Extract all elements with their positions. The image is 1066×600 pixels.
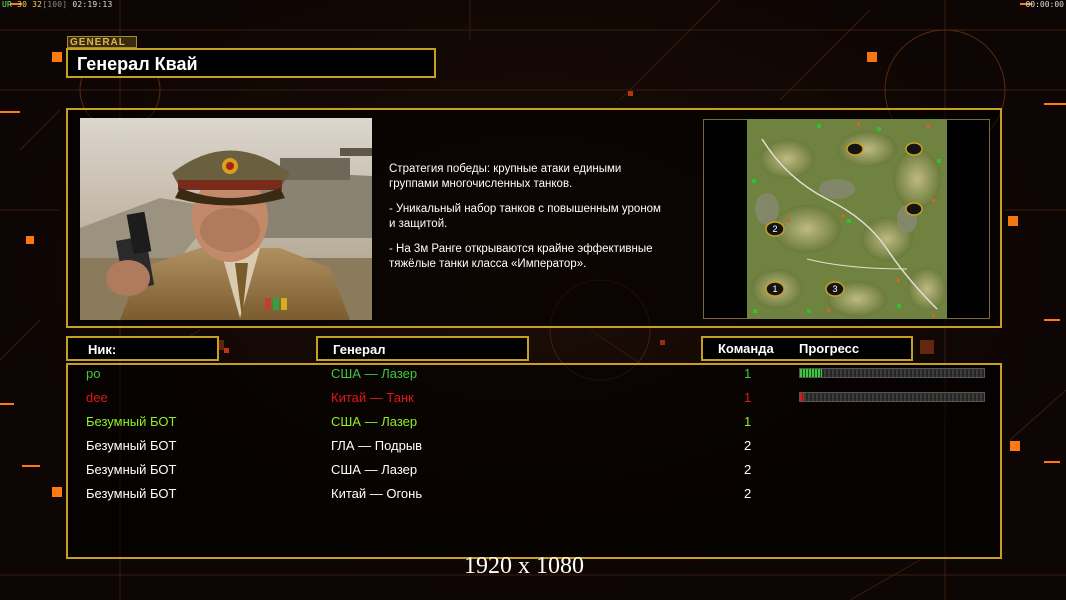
start-position-1-label: 1 [772,284,777,294]
general-title-box: Генерал Квай [66,48,436,78]
fps-value-2: 32 [32,0,43,9]
fps-bracket: [100] [42,0,68,9]
player-row: dee Китай — Танк 1 [0,390,1066,414]
minimap[interactable]: 2 1 3 [747,119,947,319]
team-progress-header-box: Команда Прогресс [701,336,913,361]
general-name: Генерал Квай [77,54,198,74]
player-row: ро США — Лазер 1 [0,366,1066,390]
start-position-3-label: 3 [832,284,837,294]
fps-value: 30 [17,0,28,9]
player-progress-fill [800,369,823,377]
player-team: 1 [744,366,752,381]
fps-tag: UR [2,0,13,9]
start-position-2-label: 2 [772,224,777,234]
player-nick: ро [86,366,101,381]
player-progress-fill [800,393,804,401]
player-nick: Безумный БОТ [86,414,177,429]
general-header: Генерал [333,342,386,357]
general-header-box: Генерал [316,336,529,361]
player-team: 2 [744,462,752,477]
player-general: ГЛА — Подрыв [331,438,423,453]
player-team: 1 [744,414,752,429]
player-team: 2 [744,486,752,501]
clock: 02:19:13 [72,0,113,9]
description-line-2: - Уникальный набор танков с повышенным у… [389,203,661,230]
player-general: Китай — Танк [331,390,414,405]
player-nick: Безумный БОТ [86,462,177,477]
player-nick: dee [86,390,108,405]
player-row: Безумный БОТ США — Лазер 1 [0,414,1066,438]
description-line-3: - На 3м Ранге открываются крайне эффекти… [389,243,653,270]
resolution-label: 1920 x 1080 [464,553,584,579]
player-general: США — Лазер [331,462,418,477]
player-progress-bar [799,392,985,402]
description-line-1: Стратегия победы: крупные атаки едиными … [389,163,622,190]
player-nick: Безумный БОТ [86,486,177,501]
general-tag: GENERAL [67,36,137,48]
nick-header-box: Ник: [66,336,219,361]
team-header: Команда [718,341,774,356]
player-nick: Безумный БОТ [86,438,177,453]
player-progress-bar [799,368,985,378]
player-general: США — Лазер [331,366,418,381]
timer: 00:00:00 [1025,0,1064,9]
progress-header: Прогресс [799,341,860,356]
player-general: США — Лазер [331,414,418,429]
nick-header: Ник: [88,342,117,357]
player-team: 2 [744,438,752,453]
player-team: 1 [744,390,752,405]
player-row: Безумный БОТ США — Лазер 2 [0,462,1066,486]
player-row: Безумный БОТ Китай — Огонь 2 [0,486,1066,510]
player-row: Безумный БОТ ГЛА — Подрыв 2 [0,438,1066,462]
fps-counter: UR 30 32[100] 02:19:13 [2,0,112,9]
player-general: Китай — Огонь [331,486,423,501]
general-description: Стратегия победы: крупные атаки едиными … [389,162,709,282]
general-portrait [80,118,372,320]
